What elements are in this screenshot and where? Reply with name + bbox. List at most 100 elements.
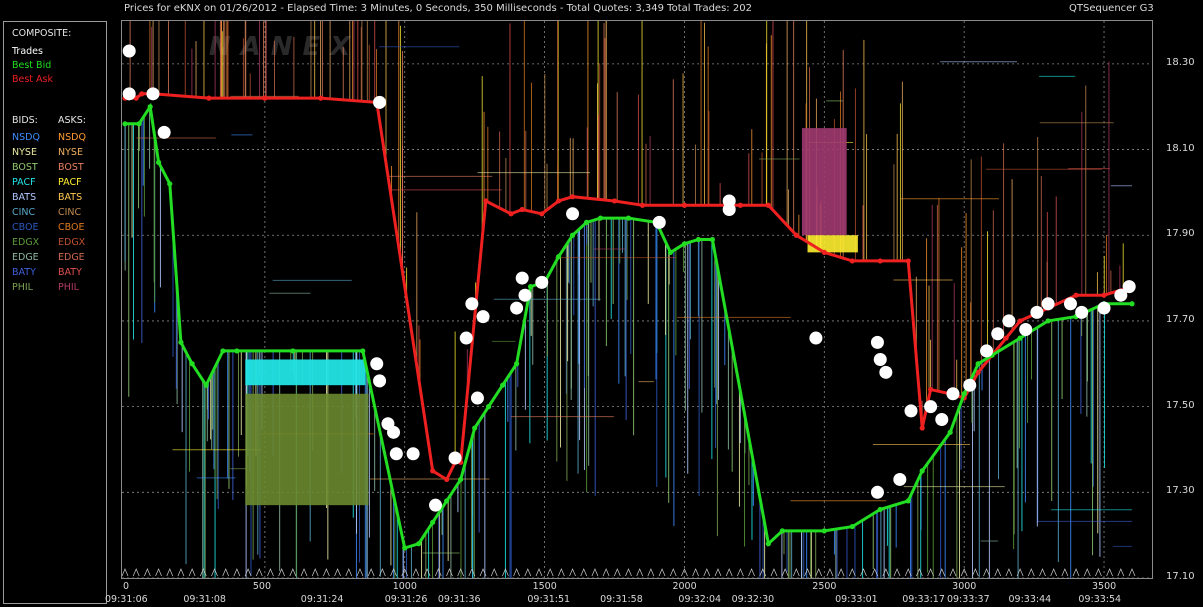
best-bid-point — [919, 468, 925, 474]
y-tick-label: 18.10 — [1166, 142, 1195, 154]
best-bid-point — [203, 382, 209, 388]
legend-ask-edgx: EDGX — [58, 237, 86, 248]
trade-marker — [535, 275, 549, 289]
trade-tick-mark — [311, 568, 319, 577]
trade-tick-mark — [1095, 568, 1102, 577]
best-bid-point — [1129, 301, 1135, 307]
trade-marker — [387, 425, 401, 439]
trade-tick-mark — [1128, 568, 1136, 577]
trade-tick-mark — [860, 568, 867, 577]
trade-tick-mark — [535, 568, 543, 577]
best-bid-point — [849, 523, 855, 530]
best-ask-point — [555, 198, 562, 204]
best-bid-point — [178, 339, 184, 345]
best-bid-point — [625, 215, 632, 221]
legend-best-ask: Best Ask — [12, 74, 54, 85]
trade-tick-mark — [166, 568, 174, 577]
best-bid-point — [155, 159, 162, 165]
trade-marker — [873, 352, 887, 366]
best-bid-point — [500, 382, 506, 388]
best-bid-point — [681, 241, 688, 247]
best-bid-point — [695, 236, 702, 243]
best-ask-point — [519, 206, 525, 213]
best-ask-point — [262, 95, 268, 101]
trade-marker — [406, 447, 420, 461]
best-bid-point — [402, 545, 408, 551]
best-bid-point — [290, 348, 296, 354]
best-bid-point — [555, 254, 562, 260]
trade-marker — [476, 310, 490, 324]
trade-tick-mark — [1106, 568, 1113, 577]
price-chart: NANEX — [122, 21, 1152, 578]
legend-bid-pacf: PACF — [12, 177, 36, 188]
trade-tick-mark — [177, 568, 185, 577]
trade-tick-mark — [188, 568, 196, 577]
best-ask-point — [539, 211, 545, 217]
best-ask-point — [444, 476, 450, 483]
trade-marker — [373, 374, 387, 388]
best-ask-point — [737, 202, 743, 208]
trade-marker — [1002, 314, 1016, 328]
trade-tick-mark — [569, 568, 576, 577]
legend-ask-cinc: CINC — [58, 207, 82, 218]
time-label: 09:33:37 — [946, 594, 990, 605]
best-bid-point — [947, 429, 953, 435]
time-label: 09:33:01 — [835, 594, 878, 605]
legend-best-bid: Best Bid — [12, 60, 52, 71]
trade-tick-mark — [412, 568, 420, 577]
legend-bid-cinc: CINC — [12, 207, 36, 218]
trade-marker — [1097, 301, 1111, 315]
trade-tick-mark — [289, 568, 297, 577]
trade-marker — [1030, 305, 1044, 319]
trade-tick-mark — [423, 568, 431, 577]
legend-bid-cboe: CBOE — [12, 222, 39, 233]
legend-composite-heading: COMPOSITE: — [12, 28, 72, 39]
best-bid-point — [527, 284, 534, 290]
legend-ask-phil: PHIL — [58, 282, 79, 293]
legend-ask-edge: EDGE — [58, 252, 85, 263]
time-label: 09:31:08 — [183, 594, 226, 605]
legend-ask-bost: BOST — [58, 162, 84, 173]
trade-marker — [946, 387, 960, 401]
trade-tick-mark — [446, 568, 453, 577]
trade-tick-mark — [513, 568, 520, 577]
trade-tick-mark — [300, 568, 308, 577]
best-bid-point — [597, 215, 604, 221]
trade-tick-mark — [580, 568, 588, 577]
legend-panel: COMPOSITE: Trades Best Bid Best Ask BIDS… — [3, 21, 107, 604]
best-bid-point — [444, 498, 450, 504]
trade-marker — [722, 194, 736, 208]
legend-bid-nyse: NYSE — [12, 147, 37, 158]
trade-marker — [448, 451, 462, 465]
trade-tick-mark — [323, 568, 330, 577]
trade-tick-mark — [1061, 568, 1069, 577]
best-ask-point — [765, 202, 771, 208]
time-label: 09:31:24 — [300, 594, 344, 605]
trade-tick-mark — [211, 568, 218, 577]
trade-tick-mark — [804, 568, 811, 577]
x-tick-label: 2000 — [672, 581, 697, 592]
trade-tick-mark — [737, 568, 744, 577]
trade-marker — [515, 271, 529, 285]
legend-bid-edge: EDGE — [12, 252, 39, 263]
trade-tick-mark — [1005, 568, 1013, 577]
trade-marker — [924, 400, 938, 414]
trade-marker — [157, 125, 171, 139]
trade-marker — [963, 378, 977, 392]
trade-marker — [1041, 297, 1055, 311]
best-bid-point — [514, 361, 520, 367]
best-ask-point — [483, 198, 489, 204]
legend-bids-heading: BIDS: — [12, 115, 38, 126]
trade-tick-mark — [972, 568, 979, 577]
best-ask-point — [639, 202, 646, 208]
trade-tick-mark — [1083, 568, 1091, 577]
best-bid-point — [961, 391, 967, 397]
trade-tick-mark — [558, 568, 565, 577]
best-ask-point — [206, 95, 212, 101]
best-bid-point — [779, 528, 785, 534]
trade-marker — [566, 207, 580, 221]
best-bid-point — [147, 104, 153, 110]
trade-tick-mark — [144, 568, 151, 577]
trade-tick-mark — [122, 568, 129, 577]
trade-marker — [1063, 297, 1077, 311]
